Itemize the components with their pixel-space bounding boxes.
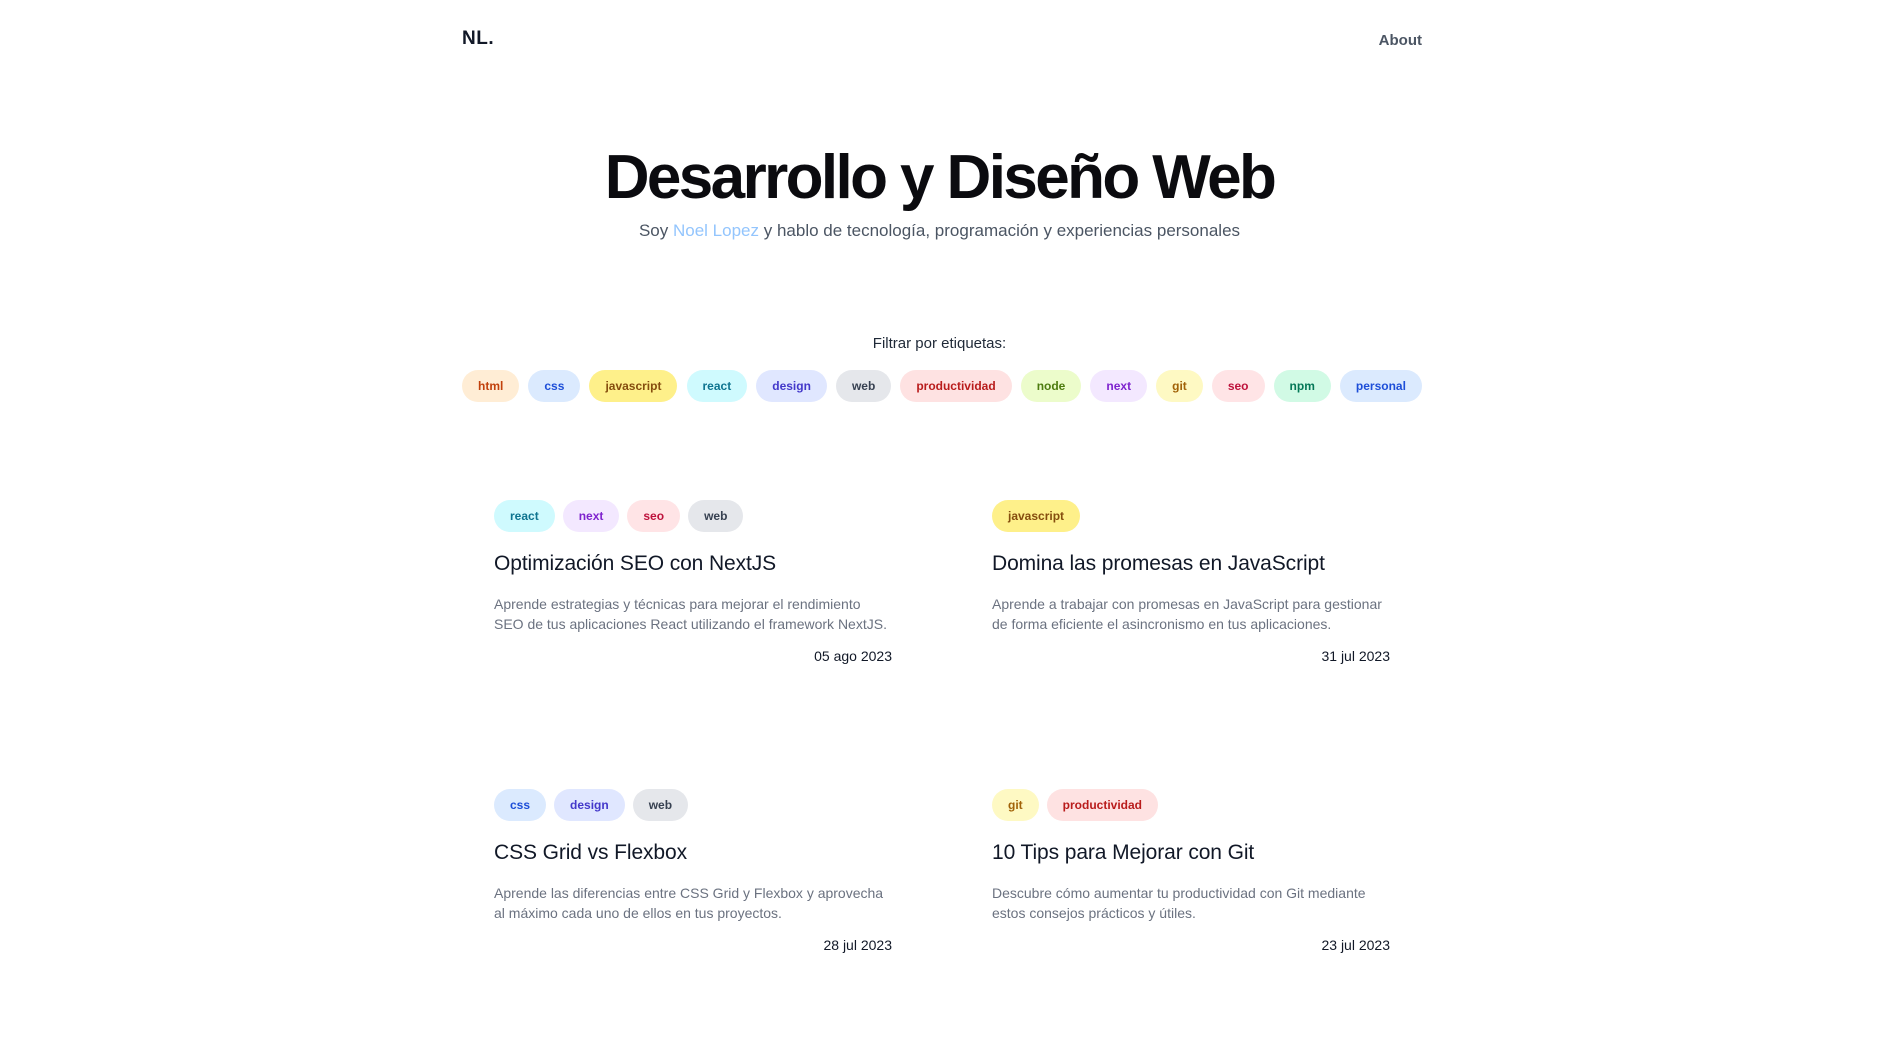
post-tag-next[interactable]: next [562,500,620,532]
hero-subtitle: Soy Noel Lopez y hablo de tecnología, pr… [0,221,1879,241]
post-card[interactable]: css design web CSS Grid vs Flexbox Apren… [494,789,892,973]
filter-tag-seo[interactable]: seo [1211,370,1265,402]
post-tag-productividad[interactable]: productividad [1046,789,1159,821]
post-description: Aprende a trabajar con promesas en JavaS… [992,596,1382,632]
author-link[interactable]: Noel Lopez [673,221,759,240]
filter-tag-web[interactable]: web [835,370,892,402]
post-description: Descubre cómo aumentar tu productividad … [992,885,1366,921]
filter-tag-npm[interactable]: npm [1273,370,1331,402]
post-date: 31 jul 2023 [1321,648,1390,664]
post-tag-css[interactable]: css [494,789,547,821]
nav-about-link[interactable]: About [1379,32,1422,49]
tag-filter-bar: html css javascript react design web pro… [462,370,1422,402]
filter-tag-git[interactable]: git [1156,370,1203,402]
hero-title: Desarrollo y Diseño Web [604,143,1277,212]
post-tag-git[interactable]: git [992,789,1039,821]
hero: Desarrollo y Diseño Web Soy Noel Lopez y… [0,138,1879,241]
filter-tag-react[interactable]: react [686,370,748,402]
filter-tag-productividad[interactable]: productividad [900,370,1012,402]
filter-tag-next[interactable]: next [1090,370,1148,402]
site-header: NL. About [462,26,1422,56]
post-description: Aprende estrategias y técnicas para mejo… [494,596,887,632]
post-tags: react next seo web [494,500,892,532]
post-title[interactable]: Optimización SEO con NextJS [494,550,892,578]
post-tag-web[interactable]: web [632,789,689,821]
subtitle-prefix: Soy [638,221,673,240]
filter-label: Filtrar por etiquetas: [872,335,1007,352]
filter-tag-javascript[interactable]: javascript [589,370,678,402]
post-card[interactable]: javascript Domina las promesas en JavaSc… [992,500,1390,684]
post-tag-react[interactable]: react [494,500,555,532]
filter-tag-personal[interactable]: personal [1339,370,1422,402]
filter-tag-css[interactable]: css [528,370,581,402]
post-tags: javascript [992,500,1390,532]
post-title[interactable]: CSS Grid vs Flexbox [494,839,892,867]
subtitle-suffix: y hablo de tecnología, programación y ex… [759,221,1241,240]
post-title[interactable]: Domina las promesas en JavaScript [992,550,1390,578]
site-logo[interactable]: NL. [462,28,494,50]
post-description: Aprende las diferencias entre CSS Grid y… [494,885,884,921]
post-tag-web[interactable]: web [688,500,744,532]
post-tag-javascript[interactable]: javascript [992,500,1081,532]
post-card[interactable]: git productividad 10 Tips para Mejorar c… [992,789,1390,973]
post-date: 28 jul 2023 [823,937,892,953]
filter-tag-html[interactable]: html [462,370,520,402]
page: NL. About Desarrollo y Diseño Web Soy No… [0,0,1879,1056]
post-tags: css design web [494,789,892,821]
filter-tag-node[interactable]: node [1020,370,1082,402]
post-tags: git productividad [992,789,1390,821]
post-date: 05 ago 2023 [814,648,892,664]
post-tag-seo[interactable]: seo [627,500,681,532]
post-card[interactable]: react next seo web Optimización SEO con … [494,500,892,684]
post-title[interactable]: 10 Tips para Mejorar con Git [992,839,1390,867]
post-tag-design[interactable]: design [554,789,625,821]
filter-tag-design[interactable]: design [756,370,827,402]
post-date: 23 jul 2023 [1321,937,1390,953]
